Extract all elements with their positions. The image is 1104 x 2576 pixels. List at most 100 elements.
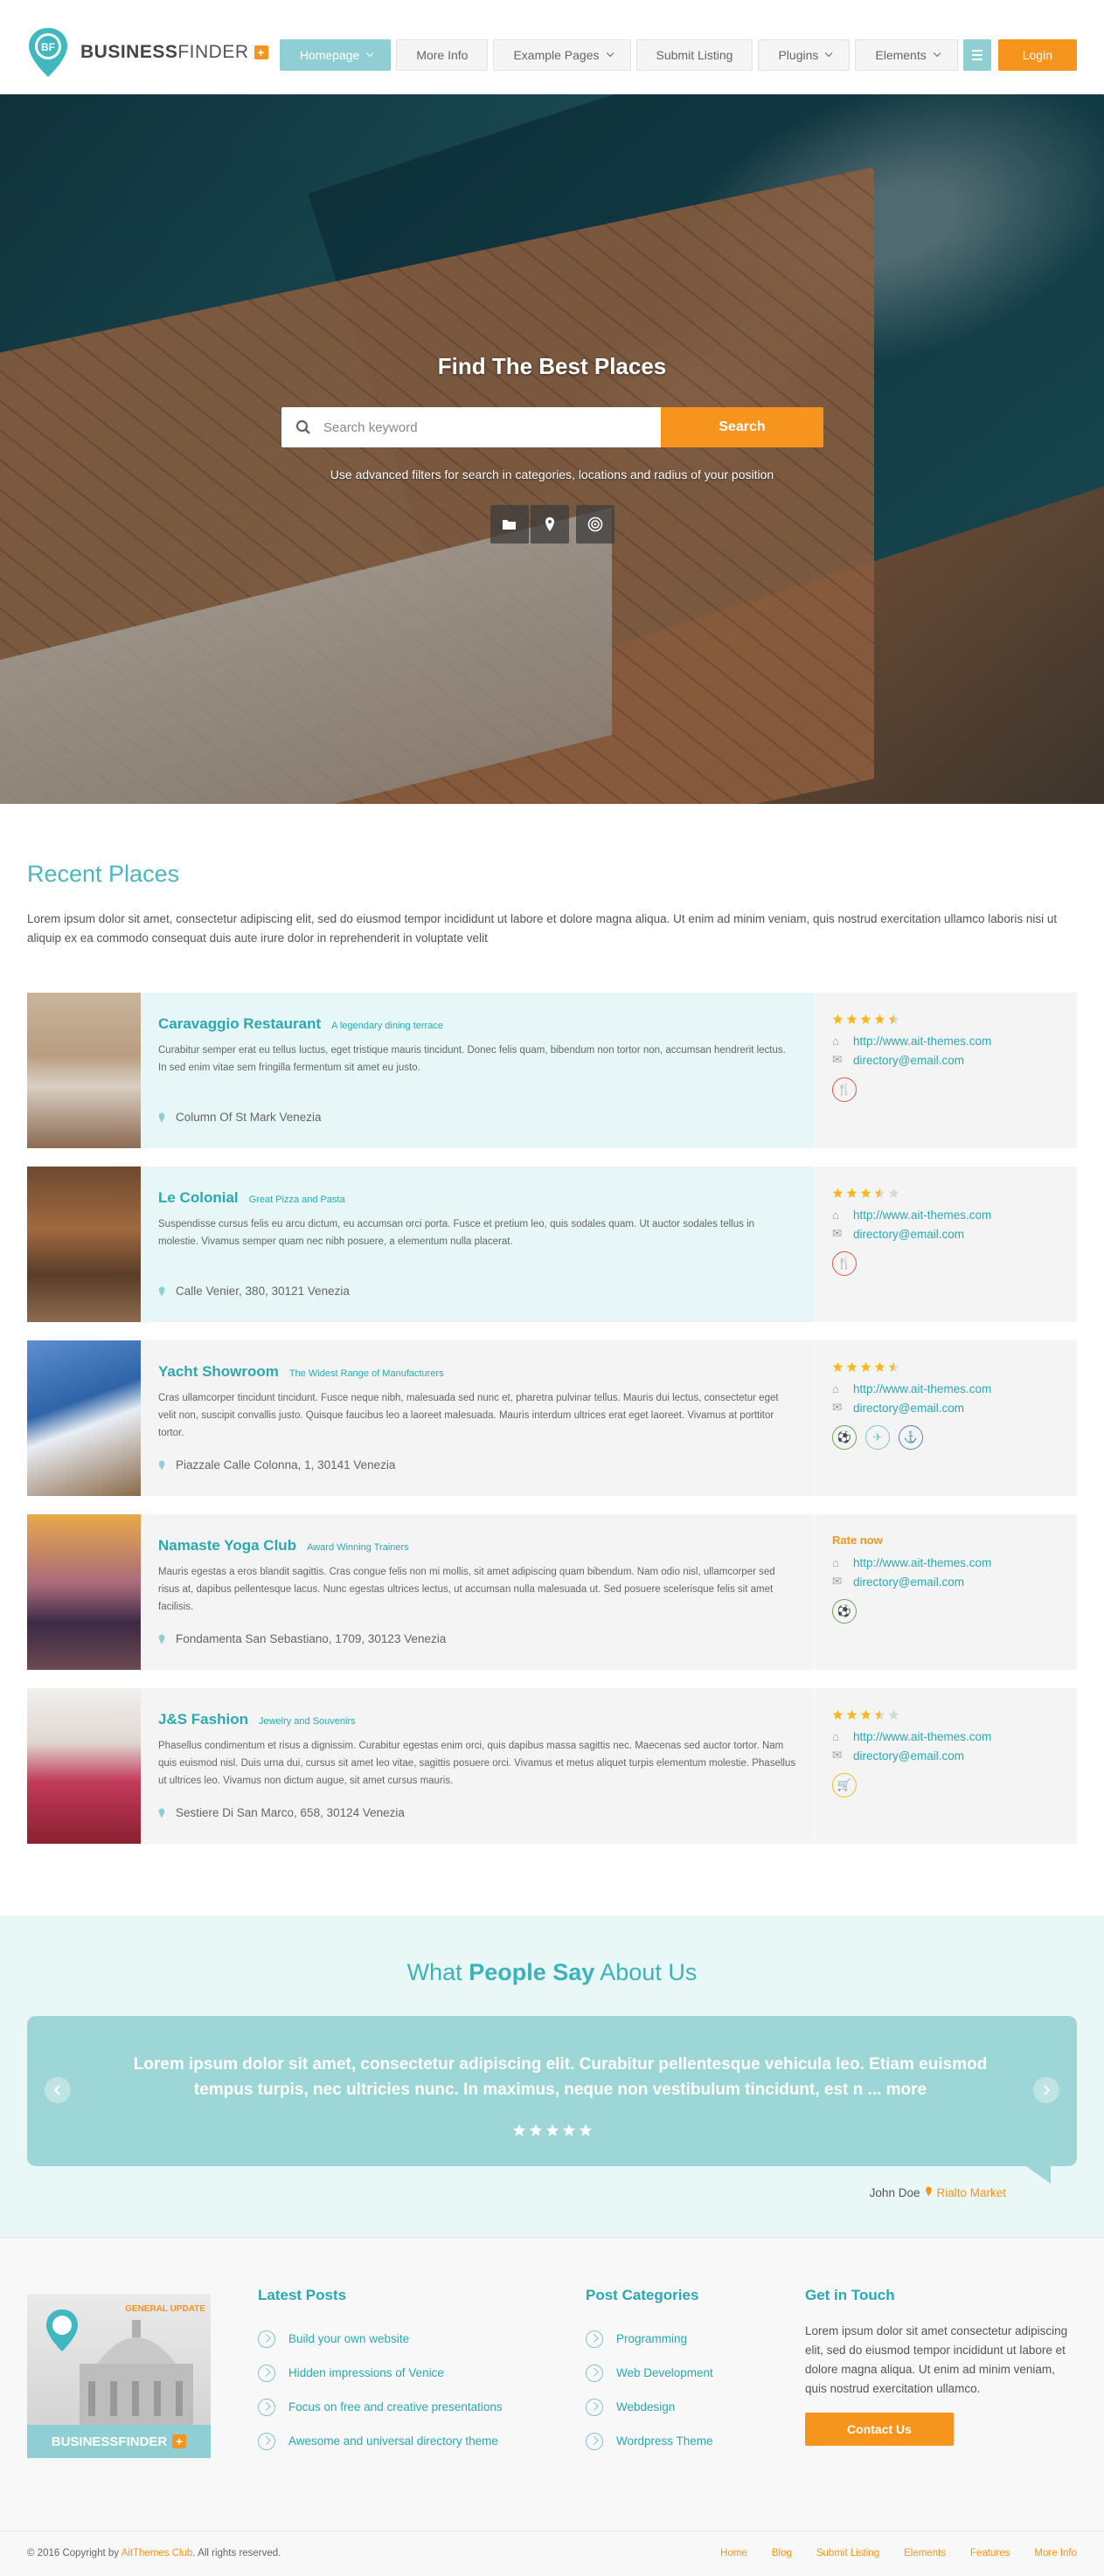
- search-input[interactable]: [323, 419, 638, 435]
- place-thumbnail[interactable]: [27, 1340, 141, 1496]
- place-website-link[interactable]: http://www.ait-themes.com: [853, 1035, 991, 1048]
- restaurant-icon[interactable]: 🍴: [832, 1077, 857, 1102]
- contact-us-button[interactable]: Contact Us: [805, 2413, 954, 2446]
- nav-item-plugins[interactable]: Plugins: [758, 39, 851, 71]
- nav-item-example-pages[interactable]: Example Pages: [493, 39, 631, 71]
- place-details: Caravaggio Restaurant A legendary dining …: [141, 993, 814, 1148]
- place-email-link[interactable]: directory@email.com: [853, 1575, 964, 1589]
- place-website-row: ⌂ http://www.ait-themes.com: [832, 1035, 1059, 1048]
- airplane-icon[interactable]: ✈: [865, 1425, 890, 1450]
- logo-light: FINDER: [177, 42, 249, 62]
- nav-item-elements[interactable]: Elements: [855, 39, 958, 71]
- author-place-link[interactable]: Rialto Market: [925, 2186, 1006, 2199]
- search-field[interactable]: [281, 407, 661, 447]
- search-button[interactable]: Search: [661, 407, 823, 447]
- restaurant-icon[interactable]: 🍴: [832, 1251, 857, 1276]
- site-logo[interactable]: BF BUSINESS FINDER +: [26, 26, 268, 79]
- latest-post-link[interactable]: Awesome and universal directory theme: [258, 2424, 503, 2458]
- latest-post-link[interactable]: Hidden impressions of Venice: [258, 2356, 503, 2390]
- place-title-link[interactable]: Yacht Showroom: [158, 1363, 279, 1381]
- radius-filter-button[interactable]: [575, 505, 614, 544]
- footer-nav-elements[interactable]: Elements: [904, 2548, 946, 2559]
- place-categories: ⚽: [832, 1599, 1059, 1624]
- place-meta: ⌂ http://www.ait-themes.com ✉ directory@ema…: [814, 1167, 1077, 1322]
- speech-tail: [1026, 2166, 1051, 2184]
- envelope-icon: ✉: [832, 1053, 843, 1066]
- testimonials-section: What People Say About Us Lorem ipsum dol…: [0, 1915, 1104, 2237]
- home-icon: ⌂: [832, 1035, 840, 1048]
- category-link[interactable]: Programming: [586, 2322, 713, 2356]
- hamburger-line: [971, 59, 982, 60]
- place-email-row: ✉ directory@email.com: [832, 1575, 1059, 1589]
- copyright-end: . All rights reserved.: [192, 2548, 281, 2559]
- location-filter-button[interactable]: [530, 505, 569, 544]
- place-title-link[interactable]: Namaste Yoga Club: [158, 1537, 296, 1555]
- star-icon: [832, 1188, 844, 1198]
- latest-post-link-label: Build your own website: [288, 2332, 410, 2345]
- place-details: Le Colonial Great Pizza and Pasta Suspendi…: [141, 1167, 814, 1322]
- place-title-link[interactable]: Caravaggio Restaurant: [158, 1015, 321, 1033]
- testimonials-title-bold: People Say: [469, 1959, 595, 1985]
- footer-nav-home[interactable]: Home: [720, 2548, 747, 2559]
- nav-item-more-info[interactable]: More Info: [396, 39, 489, 71]
- place-website-link[interactable]: http://www.ait-themes.com: [853, 1556, 991, 1569]
- latest-posts-widget: Latest Posts Build your own website Hidde…: [258, 2287, 503, 2458]
- nav-item-submit-listing[interactable]: Submit Listing: [635, 39, 753, 71]
- place-thumbnail[interactable]: [27, 1514, 141, 1670]
- next-arrow-button[interactable]: [1033, 2077, 1059, 2103]
- place-thumbnail[interactable]: [27, 993, 141, 1148]
- latest-posts-list: Build your own website Hidden impressions…: [258, 2322, 503, 2458]
- place-address-text: Calle Venier, 380, 30121 Venezia: [176, 1285, 350, 1298]
- nav-item-homepage[interactable]: Homepage: [279, 39, 392, 71]
- category-filter-button[interactable]: [490, 505, 529, 544]
- place-meta: ⌂ http://www.ait-themes.com ✉ directory@ema…: [814, 993, 1077, 1148]
- nav-item-label: Homepage: [299, 48, 360, 62]
- location-pin-icon: [158, 1286, 165, 1296]
- place-rating: [832, 1707, 1059, 1721]
- footer-promo-image[interactable]: GENERAL UPDATE BUSINESSFINDER +: [27, 2294, 211, 2458]
- footer-nav-submit-listing[interactable]: Submit Listing: [816, 2548, 879, 2559]
- login-button[interactable]: Login: [997, 39, 1077, 71]
- more-link[interactable]: ... more: [868, 2081, 927, 2099]
- category-link[interactable]: Wordpress Theme: [586, 2424, 713, 2458]
- place-title-link[interactable]: Le Colonial: [158, 1189, 239, 1207]
- logo-initials: BF: [41, 41, 55, 53]
- place-email-link[interactable]: directory@email.com: [853, 1749, 964, 1762]
- anchor-icon[interactable]: ⚓: [899, 1425, 923, 1450]
- shopping-cart-icon[interactable]: 🛒: [832, 1773, 857, 1797]
- hero-overlay: [0, 94, 1104, 804]
- place-email-link[interactable]: directory@email.com: [853, 1228, 964, 1241]
- rate-now-link[interactable]: Rate now: [832, 1534, 1059, 1548]
- place-thumbnail[interactable]: [27, 1167, 141, 1322]
- footer-nav-features[interactable]: Features: [970, 2548, 1010, 2559]
- get-in-touch-widget: Get in Touch Lorem ipsum dolor sit amet …: [805, 2287, 1076, 2446]
- place-email-link[interactable]: directory@email.com: [853, 1402, 964, 1415]
- star-icon: [888, 1014, 899, 1024]
- latest-post-link[interactable]: Focus on free and creative presentations: [258, 2390, 503, 2424]
- footer-nav-blog[interactable]: Blog: [772, 2548, 792, 2559]
- place-address-text: Piazzale Calle Colonna, 1, 30141 Venezia: [176, 1458, 396, 1472]
- place-title-link[interactable]: J&S Fashion: [158, 1711, 248, 1728]
- place-heading: Caravaggio Restaurant A legendary dining …: [158, 1015, 796, 1033]
- nav-item-label: More Info: [416, 48, 469, 62]
- sport-icon[interactable]: ⚽: [832, 1599, 857, 1624]
- latest-post-link[interactable]: Build your own website: [258, 2322, 503, 2356]
- copyright-brand-link[interactable]: AitThemes Club: [122, 2548, 193, 2559]
- category-link[interactable]: Webdesign: [586, 2390, 713, 2424]
- star-icon: [888, 1709, 899, 1720]
- place-website-link[interactable]: http://www.ait-themes.com: [853, 1382, 991, 1395]
- nav-item-label: Example Pages: [513, 48, 600, 62]
- get-in-touch-title: Get in Touch: [805, 2287, 895, 2303]
- place-card: J&S Fashion Jewelry and Souvenirs Phasellu…: [27, 1688, 1077, 1844]
- sport-icon[interactable]: ⚽: [832, 1425, 857, 1450]
- place-thumbnail[interactable]: [27, 1688, 141, 1844]
- footer-nav-more-info[interactable]: More Info: [1034, 2548, 1077, 2559]
- prev-arrow-button[interactable]: [45, 2077, 71, 2103]
- hamburger-menu-button[interactable]: [962, 39, 991, 71]
- place-website-link[interactable]: http://www.ait-themes.com: [853, 1730, 991, 1743]
- place-website-link[interactable]: http://www.ait-themes.com: [853, 1208, 991, 1222]
- category-link[interactable]: Web Development: [586, 2356, 713, 2390]
- place-email-link[interactable]: directory@email.com: [853, 1054, 964, 1067]
- chevron-circle-icon: [586, 2398, 603, 2416]
- envelope-icon: ✉: [832, 1401, 843, 1414]
